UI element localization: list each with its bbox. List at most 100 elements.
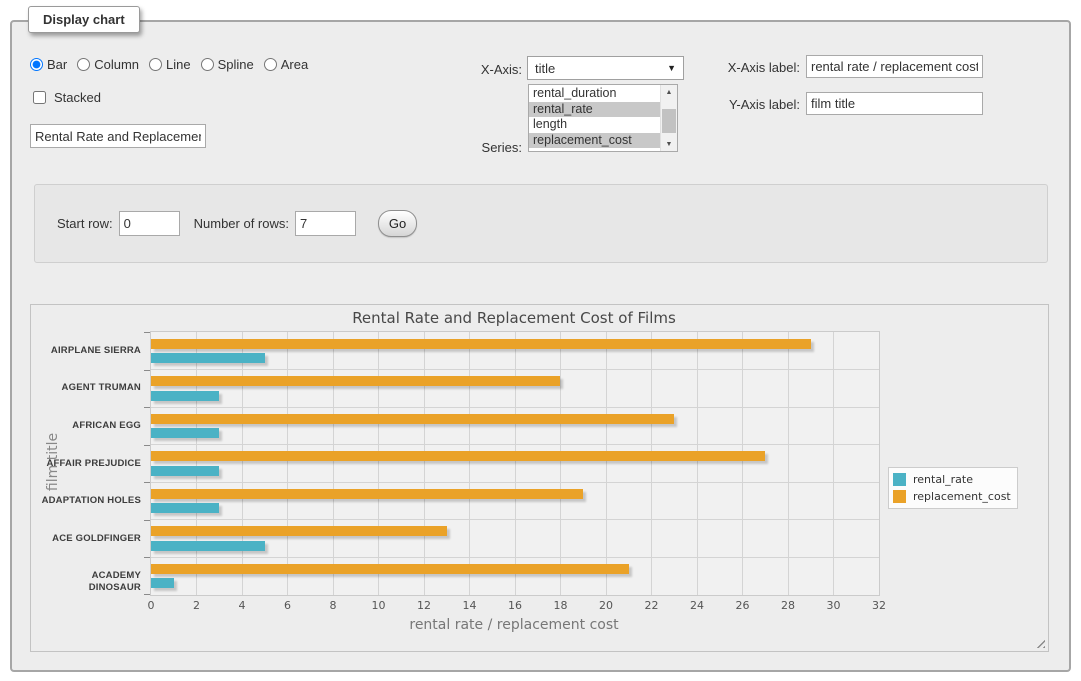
x-tick-label: 18 bbox=[554, 599, 568, 612]
scroll-up-icon[interactable]: ▲ bbox=[661, 85, 677, 99]
gridline bbox=[515, 332, 516, 595]
gridline bbox=[697, 332, 698, 595]
chart-type-option-label: Area bbox=[281, 57, 308, 72]
x-tick-label: 32 bbox=[872, 599, 886, 612]
legend-label: rental_rate bbox=[913, 473, 973, 486]
num-rows-input[interactable] bbox=[295, 211, 356, 236]
y-axis-tick bbox=[144, 407, 150, 408]
go-button[interactable]: Go bbox=[378, 210, 417, 237]
plot-area: AIRPLANE SIERRAAGENT TRUMANAFRICAN EGGAF… bbox=[150, 331, 880, 596]
chart-type-option-label: Bar bbox=[47, 57, 67, 72]
bar-replacement-cost bbox=[151, 339, 811, 349]
scroll-down-icon[interactable]: ▼ bbox=[661, 137, 677, 151]
bar-rental-rate bbox=[151, 391, 219, 401]
gridline bbox=[196, 332, 197, 595]
series-option-rental_duration[interactable]: rental_duration bbox=[529, 86, 660, 102]
chart-type-radio-line[interactable] bbox=[149, 58, 162, 71]
legend-swatch-replacement_cost bbox=[893, 490, 906, 503]
series-listbox[interactable]: rental_durationrental_ratelengthreplacem… bbox=[528, 84, 678, 152]
y-axis-tick bbox=[144, 370, 150, 371]
category-label: AFFAIR PREJUDICE bbox=[39, 458, 141, 470]
y-axis-label-input[interactable] bbox=[806, 92, 983, 115]
x-tick-label: 20 bbox=[599, 599, 613, 612]
bar-rental-rate bbox=[151, 466, 219, 476]
chart-type-radio-spline[interactable] bbox=[201, 58, 214, 71]
x-tick-label: 22 bbox=[645, 599, 659, 612]
x-tick-label: 0 bbox=[148, 599, 155, 612]
y-axis-tick bbox=[144, 332, 150, 333]
bar-rental-rate bbox=[151, 353, 265, 363]
dropdown-arrow-icon: ▼ bbox=[667, 63, 676, 73]
x-tick-label: 30 bbox=[827, 599, 841, 612]
series-option-rental_rate[interactable]: rental_rate bbox=[529, 102, 660, 118]
category-label: ADAPTATION HOLES bbox=[39, 495, 141, 507]
series-option-replacement_cost[interactable]: replacement_cost bbox=[529, 133, 660, 149]
chart-type-option-label: Spline bbox=[218, 57, 254, 72]
x-axis-label-input[interactable] bbox=[806, 55, 983, 78]
start-row-input[interactable] bbox=[119, 211, 180, 236]
gridline bbox=[788, 332, 789, 595]
bar-replacement-cost bbox=[151, 526, 447, 536]
gridline bbox=[333, 332, 334, 595]
x-tick-label: 8 bbox=[330, 599, 337, 612]
gridline bbox=[742, 332, 743, 595]
bar-replacement-cost bbox=[151, 451, 765, 461]
chart-type-option-bar[interactable]: Bar bbox=[30, 57, 67, 72]
start-row-label: Start row: bbox=[57, 216, 113, 231]
scrollbar-thumb[interactable] bbox=[662, 109, 676, 133]
gridline bbox=[560, 332, 561, 595]
chart-type-group: Bar Column Line Spline Area bbox=[30, 57, 308, 72]
bar-rental-rate bbox=[151, 428, 219, 438]
series-option-length[interactable]: length bbox=[529, 117, 660, 133]
legend-label: replacement_cost bbox=[913, 490, 1011, 503]
x-axis-select[interactable]: title ▼ bbox=[527, 56, 684, 80]
stacked-checkbox-row[interactable]: Stacked bbox=[29, 88, 101, 107]
gridline bbox=[606, 332, 607, 595]
x-tick-label: 12 bbox=[417, 599, 431, 612]
gridline bbox=[151, 482, 879, 483]
bar-rental-rate bbox=[151, 541, 265, 551]
legend-entry-replacement_cost: replacement_cost bbox=[893, 488, 1011, 505]
gridline bbox=[151, 519, 879, 520]
chart-type-radio-area[interactable] bbox=[264, 58, 277, 71]
y-axis-tick bbox=[144, 520, 150, 521]
x-tick-labels: 02468101214161820222426283032 bbox=[151, 599, 879, 613]
x-tick-label: 28 bbox=[781, 599, 795, 612]
gridline bbox=[378, 332, 379, 595]
chart-type-option-area[interactable]: Area bbox=[264, 57, 308, 72]
y-axis-tick bbox=[144, 594, 150, 595]
stacked-checkbox[interactable] bbox=[33, 91, 46, 104]
resize-handle-icon[interactable] bbox=[1033, 636, 1045, 648]
category-label: ACE GOLDFINGER bbox=[39, 533, 141, 545]
x-tick-label: 6 bbox=[284, 599, 291, 612]
chart-type-option-spline[interactable]: Spline bbox=[201, 57, 254, 72]
x-axis-selected-value: title bbox=[535, 61, 555, 76]
chart-type-option-line[interactable]: Line bbox=[149, 57, 191, 72]
chart-type-radio-bar[interactable] bbox=[30, 58, 43, 71]
series-select-label: Series: bbox=[452, 140, 522, 155]
gridline bbox=[242, 332, 243, 595]
bar-replacement-cost bbox=[151, 414, 674, 424]
x-tick-label: 24 bbox=[690, 599, 704, 612]
x-tick-label: 26 bbox=[736, 599, 750, 612]
bar-replacement-cost bbox=[151, 489, 583, 499]
chart-type-option-column[interactable]: Column bbox=[77, 57, 139, 72]
x-tick-label: 4 bbox=[239, 599, 246, 612]
gridline bbox=[151, 369, 879, 370]
scrollbar-track[interactable] bbox=[661, 99, 677, 137]
gridline bbox=[151, 557, 879, 558]
category-label: AGENT TRUMAN bbox=[39, 382, 141, 394]
gridline bbox=[424, 332, 425, 595]
category-label: ACADEMY DINOSAUR bbox=[39, 570, 141, 594]
chart-type-option-label: Line bbox=[166, 57, 191, 72]
bar-rental-rate bbox=[151, 503, 219, 513]
chart-panel: Rental Rate and Replacement Cost of Film… bbox=[30, 304, 1049, 652]
category-label: AFRICAN EGG bbox=[39, 420, 141, 432]
bar-replacement-cost bbox=[151, 376, 560, 386]
gridline bbox=[651, 332, 652, 595]
y-axis-label-label: Y-Axis label: bbox=[710, 97, 800, 112]
y-axis-tick bbox=[144, 557, 150, 558]
series-scrollbar[interactable]: ▲ ▼ bbox=[660, 85, 677, 151]
chart-title-input[interactable] bbox=[30, 124, 206, 148]
chart-type-radio-column[interactable] bbox=[77, 58, 90, 71]
